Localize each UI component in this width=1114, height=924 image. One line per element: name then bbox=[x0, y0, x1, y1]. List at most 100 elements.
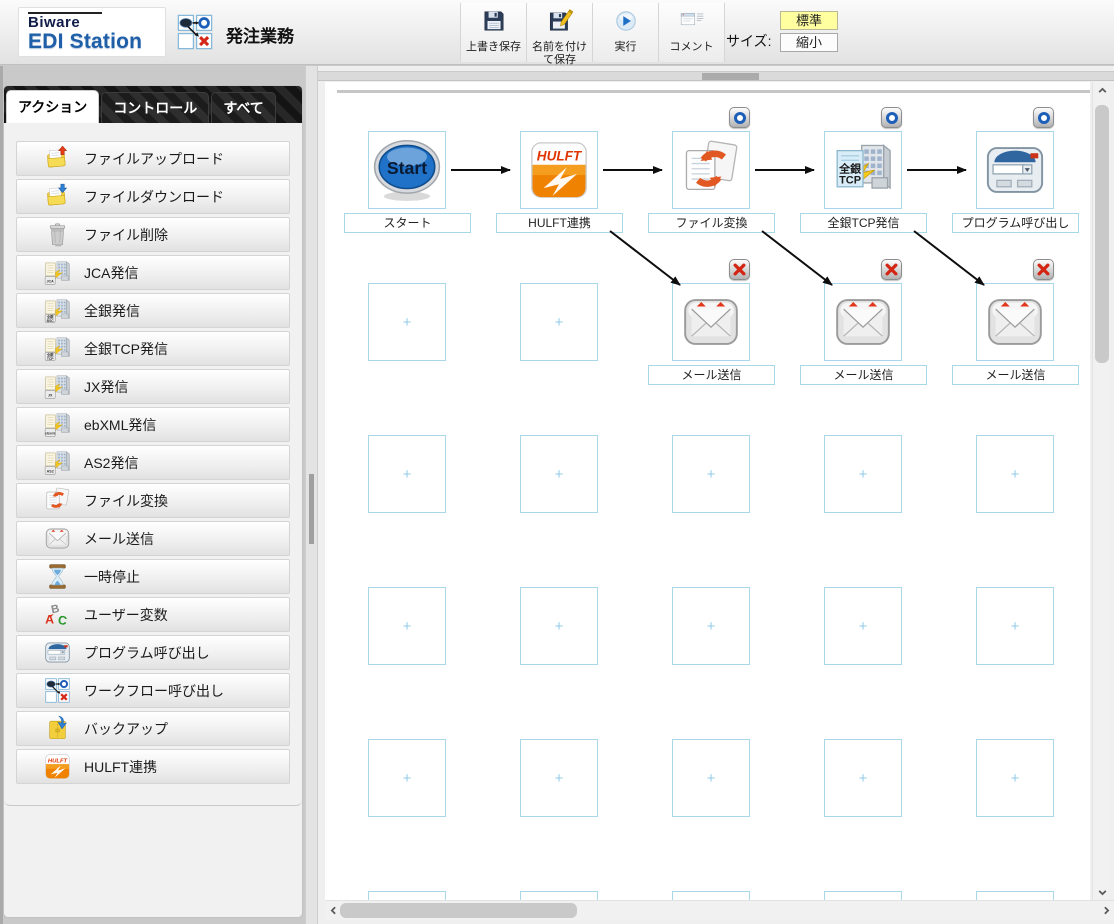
node-label-file-convert-1[interactable]: ファイル変換 bbox=[648, 213, 775, 233]
canvas-empty-cell[interactable]: + bbox=[976, 739, 1054, 817]
save-overwrite-button[interactable]: 上書き保存 bbox=[461, 3, 527, 62]
scroll-right-button[interactable] bbox=[1098, 901, 1114, 920]
node-mail-3[interactable] bbox=[976, 283, 1054, 361]
sidebar-item-label: ファイル変換 bbox=[84, 492, 168, 509]
vertical-scrollbar-thumb[interactable] bbox=[1095, 105, 1109, 363]
condition-badge[interactable] bbox=[729, 107, 750, 128]
run-button[interactable]: 実行 bbox=[593, 3, 659, 62]
horizontal-scrollbar-thumb[interactable] bbox=[340, 903, 577, 918]
sidebar-item-as2-send[interactable]: AS2 AS2発信 bbox=[16, 445, 290, 480]
workflow-title: 発注業務 bbox=[226, 27, 294, 46]
canvas-empty-cell[interactable]: + bbox=[672, 587, 750, 665]
node-hulft-1[interactable]: HULFT bbox=[520, 131, 598, 209]
scroll-left-button[interactable] bbox=[325, 901, 341, 920]
horizontal-scrollbar[interactable] bbox=[325, 900, 1114, 920]
canvas-empty-cell[interactable]: + bbox=[824, 587, 902, 665]
palette-tab-control[interactable]: コントロール bbox=[101, 92, 210, 123]
scroll-up-button[interactable] bbox=[1093, 82, 1111, 98]
node-zengin-tcp-1[interactable]: 全銀 TCP bbox=[824, 131, 902, 209]
canvas-empty-cell[interactable]: + bbox=[520, 891, 598, 900]
canvas-empty-cell[interactable]: + bbox=[368, 891, 446, 900]
workflow-call-icon bbox=[44, 677, 71, 704]
sidebar-item-jca-send[interactable]: JCA JCA発信 bbox=[16, 255, 290, 290]
canvas-empty-cell[interactable]: + bbox=[672, 435, 750, 513]
canvas-empty-cell[interactable]: + bbox=[520, 587, 598, 665]
canvas-empty-cell[interactable]: + bbox=[520, 283, 598, 361]
canvas-empty-cell[interactable]: + bbox=[672, 739, 750, 817]
canvas-empty-cell[interactable]: + bbox=[368, 739, 446, 817]
node-label-mail-3[interactable]: メール送信 bbox=[952, 365, 1079, 385]
canvas-empty-cell[interactable]: + bbox=[672, 891, 750, 900]
node-label-mail-2[interactable]: メール送信 bbox=[800, 365, 927, 385]
canvas-empty-cell[interactable]: + bbox=[976, 435, 1054, 513]
node-file-convert-1[interactable] bbox=[672, 131, 750, 209]
node-label-hulft-1[interactable]: HULFT連携 bbox=[496, 213, 623, 233]
sidebar-item-zengin-tcp-send[interactable]: 全銀 TCP 全銀TCP発信 bbox=[16, 331, 290, 366]
comment-button[interactable]: コメント bbox=[659, 3, 725, 62]
node-label-program-call-1[interactable]: プログラム呼び出し bbox=[952, 213, 1079, 233]
canvas-empty-cell[interactable]: + bbox=[824, 435, 902, 513]
sidebar-item-mail-send[interactable]: メール送信 bbox=[16, 521, 290, 556]
canvas-empty-cell[interactable]: + bbox=[976, 587, 1054, 665]
sidebar-item-jx-send[interactable]: JX JX発信 bbox=[16, 369, 290, 404]
node-program-call-1[interactable] bbox=[976, 131, 1054, 209]
canvas-empty-cell[interactable]: + bbox=[976, 891, 1054, 900]
action-palette-panel: アクション コントロール すべて ファイルアップロード ファイルダウンロード ファイル削… bbox=[3, 85, 303, 918]
canvas-empty-cell[interactable]: + bbox=[520, 435, 598, 513]
canvas-empty-cell[interactable]: + bbox=[368, 283, 446, 361]
sidebar-item-pause[interactable]: 一時停止 bbox=[16, 559, 290, 594]
sidebar-item-program-call[interactable]: プログラム呼び出し bbox=[16, 635, 290, 670]
palette-tab-action[interactable]: アクション bbox=[6, 90, 100, 123]
horizontal-splitter-handle[interactable] bbox=[702, 73, 759, 80]
size-control: サイズ: 標準 縮小 bbox=[726, 0, 856, 65]
node-label-mail-1[interactable]: メール送信 bbox=[648, 365, 775, 385]
size-option-standard[interactable]: 標準 bbox=[780, 11, 838, 30]
sidebar-item-label: プログラム呼び出し bbox=[84, 644, 210, 661]
sidebar-item-file-upload[interactable]: ファイルアップロード bbox=[16, 141, 290, 176]
sidebar-item-label: AS2発信 bbox=[84, 454, 139, 471]
node-start[interactable]: Start bbox=[368, 131, 446, 209]
condition-badge[interactable] bbox=[881, 107, 902, 128]
node-mail-2[interactable] bbox=[824, 283, 902, 361]
error-badge[interactable] bbox=[881, 259, 902, 280]
sidebar-item-zengin-send[interactable]: 全銀 BSC 全銀発信 bbox=[16, 293, 290, 328]
canvas-empty-cell[interactable]: + bbox=[520, 739, 598, 817]
node-mail-1[interactable] bbox=[672, 283, 750, 361]
sidebar-item-file-convert[interactable]: ファイル変換 bbox=[16, 483, 290, 518]
sidebar-item-file-delete[interactable]: ファイル削除 bbox=[16, 217, 290, 252]
size-option-reduced[interactable]: 縮小 bbox=[780, 33, 838, 52]
sidebar-item-hulft[interactable]: HULFT HULFT連携 bbox=[16, 749, 290, 784]
node-label-start[interactable]: スタート bbox=[344, 213, 471, 233]
vertical-splitter-handle[interactable] bbox=[309, 474, 314, 544]
sidebar-item-workflow-call[interactable]: ワークフロー呼び出し bbox=[16, 673, 290, 708]
condition-badge[interactable] bbox=[1033, 107, 1054, 128]
node-label-zengin-tcp-1[interactable]: 全銀TCP発信 bbox=[800, 213, 927, 233]
vertical-splitter[interactable] bbox=[305, 66, 318, 924]
error-badge[interactable] bbox=[729, 259, 750, 280]
sidebar-item-user-variable[interactable]: B A C ユーザー変数 bbox=[16, 597, 290, 632]
file-download-icon bbox=[44, 183, 71, 210]
svg-text:ebxml: ebxml bbox=[45, 431, 56, 435]
horizontal-splitter[interactable] bbox=[318, 71, 1114, 81]
canvas-empty-cell[interactable]: + bbox=[368, 587, 446, 665]
scroll-down-button[interactable] bbox=[1093, 884, 1111, 900]
canvas-empty-cell[interactable]: + bbox=[824, 739, 902, 817]
sidebar-item-ebxml-send[interactable]: ebxml ebXML発信 bbox=[16, 407, 290, 442]
error-badge[interactable] bbox=[1033, 259, 1054, 280]
vertical-scrollbar[interactable] bbox=[1092, 82, 1110, 900]
chevron-up-icon bbox=[1098, 87, 1106, 93]
sidebar-item-backup[interactable]: バックアップ bbox=[16, 711, 290, 746]
sidebar-item-file-download[interactable]: ファイルダウンロード bbox=[16, 179, 290, 214]
svg-text:JX: JX bbox=[48, 393, 53, 397]
svg-text:AS2: AS2 bbox=[47, 469, 54, 473]
palette-bottom-divider bbox=[4, 800, 302, 806]
palette-tab-all[interactable]: すべて bbox=[211, 92, 276, 123]
toolbar: 上書き保存 名前を付けて保存 実行 コメント bbox=[460, 3, 725, 66]
svg-text:全銀: 全銀 bbox=[838, 162, 861, 176]
page-edge-rule bbox=[337, 90, 1090, 93]
canvas-empty-cell[interactable]: + bbox=[368, 435, 446, 513]
canvas-empty-cell[interactable]: + bbox=[824, 891, 902, 900]
save-as-button[interactable]: 名前を付けて保存 bbox=[527, 3, 593, 66]
add-node-plus: + bbox=[402, 313, 412, 331]
save-overwrite-icon bbox=[481, 8, 507, 39]
